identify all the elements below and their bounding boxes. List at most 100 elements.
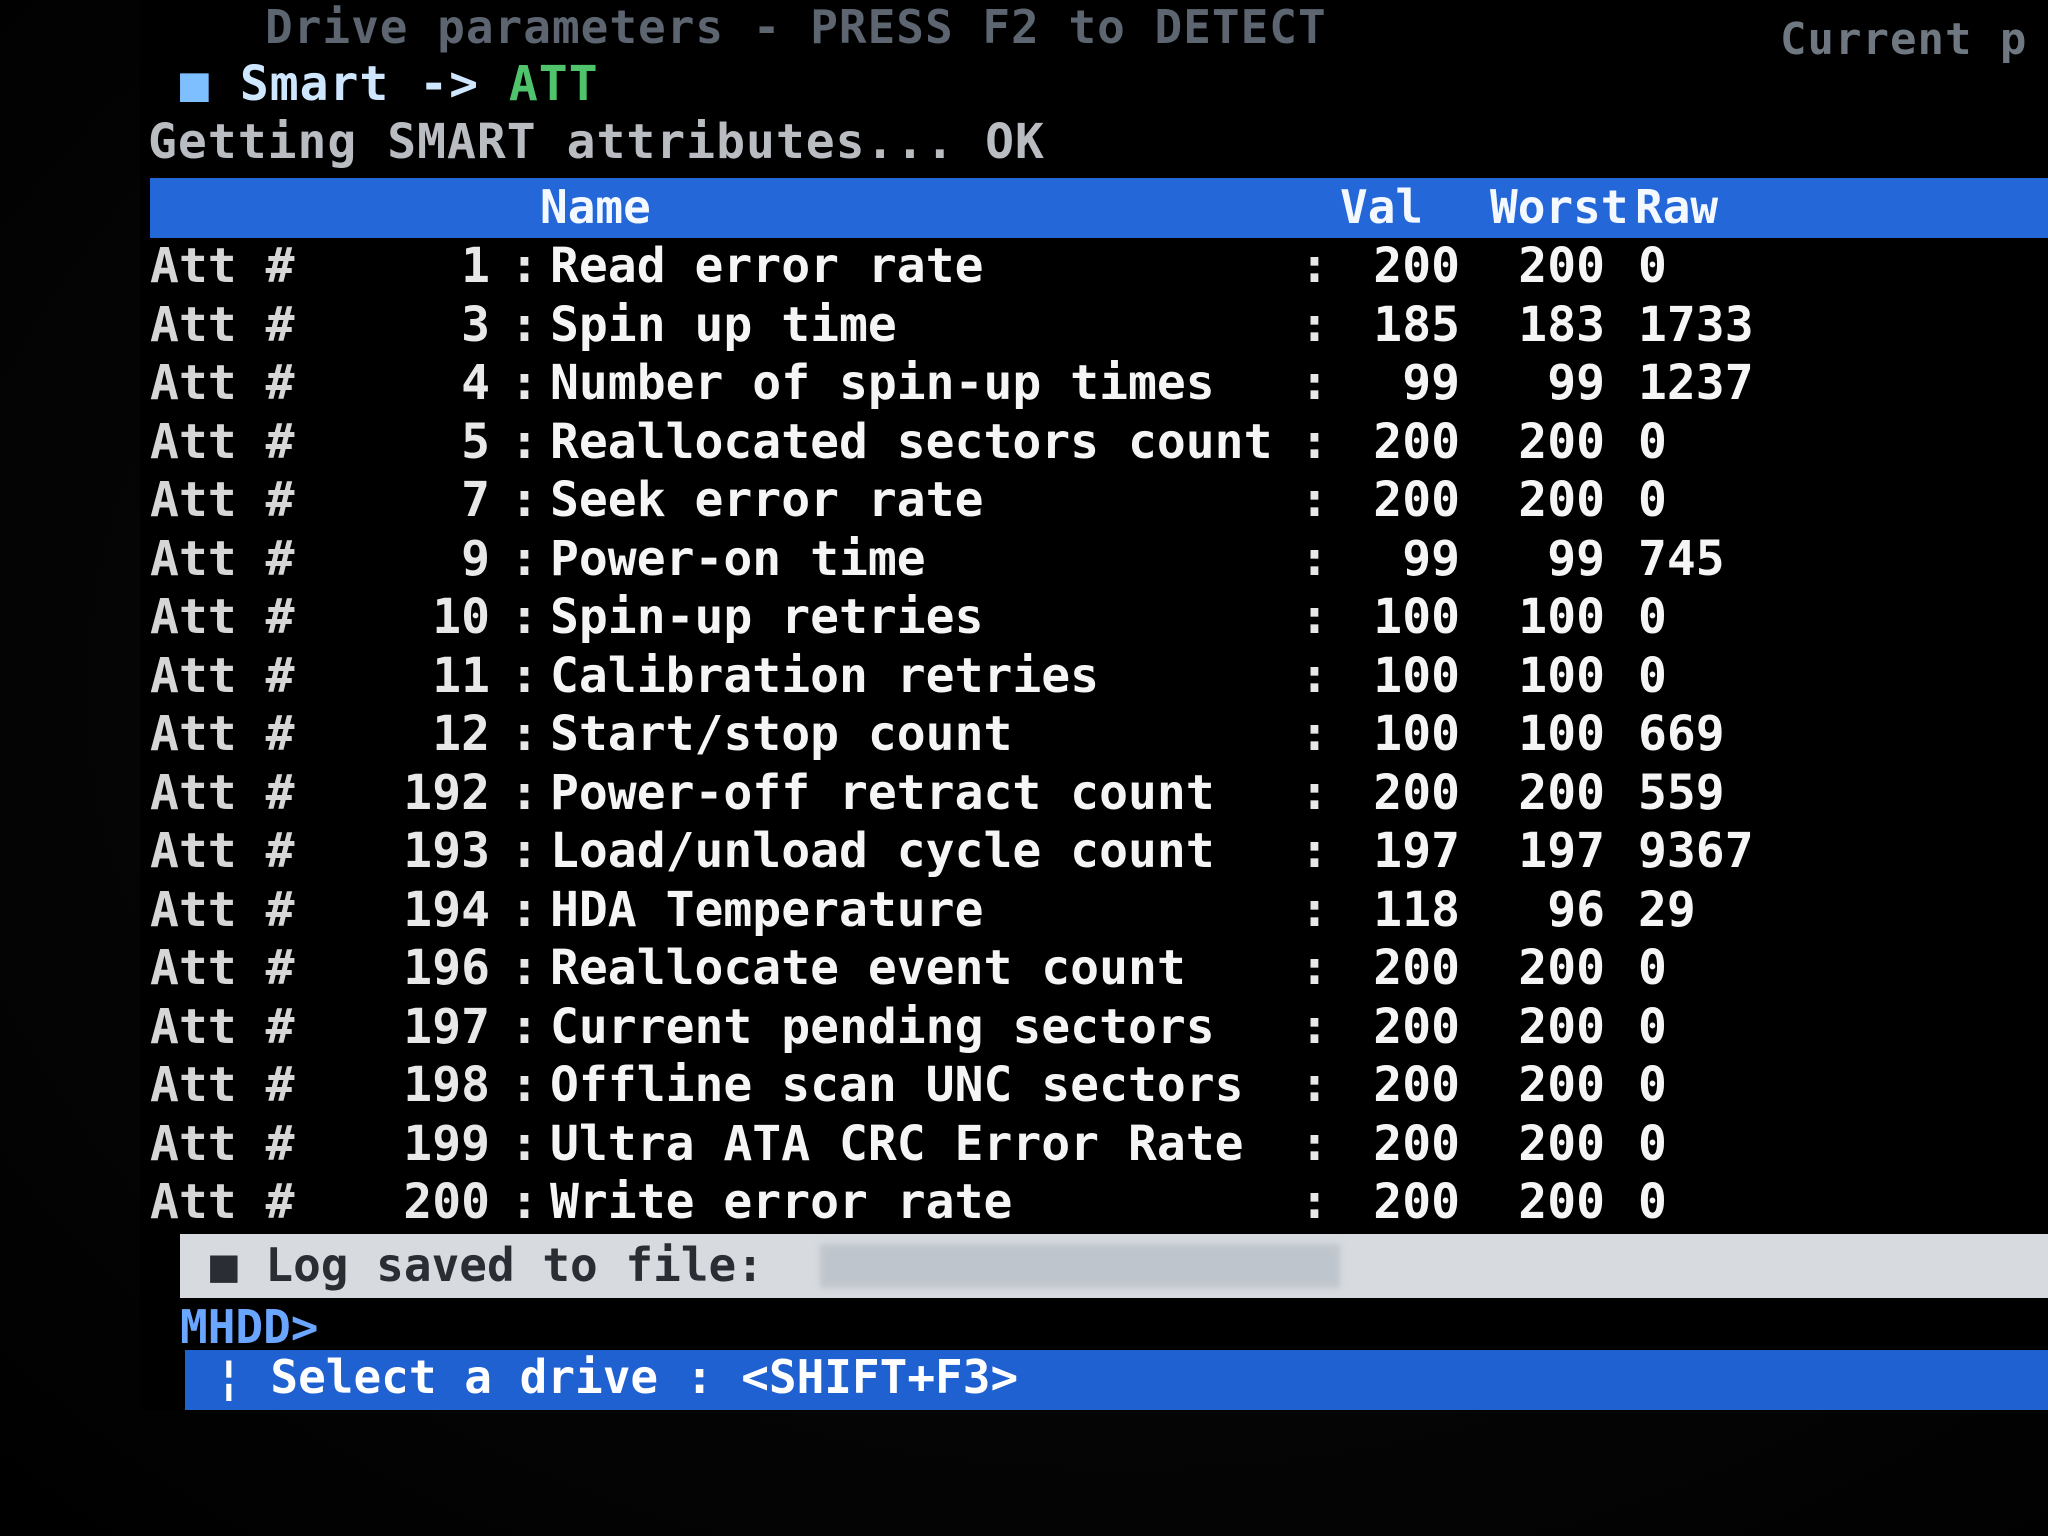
att-worst: 200 (1518, 413, 1605, 470)
att-worst: 183 (1518, 296, 1605, 353)
column-header-name: Name (540, 180, 651, 234)
column-header-raw: Raw (1635, 180, 1719, 234)
att-val: 200 (1373, 1057, 1460, 1113)
att-label: Att # (150, 823, 295, 879)
att-worst: 96 (1547, 881, 1605, 938)
att-name: Read error rate (550, 238, 984, 294)
terminal-screen: Drive parameters - PRESS F2 to DETECT Cu… (140, 0, 2048, 1410)
att-raw: 669 (1638, 706, 1725, 762)
table-row: Att #11: Calibration retries:100 100 0 (150, 648, 2030, 707)
att-worst: 200 (1518, 1057, 1605, 1113)
att-val: 197 (1373, 823, 1460, 879)
current-parameters-fragment: Current p (1780, 14, 2028, 65)
separator-colon: : (1300, 823, 1329, 879)
table-row: Att #3: Spin up time:185 183 1733 (150, 297, 2030, 356)
separator-colon: : (1300, 413, 1329, 470)
att-id: 3 (461, 296, 490, 353)
separator-colon: : (510, 823, 539, 879)
separator-colon: : (1300, 881, 1329, 938)
separator-colon: : (510, 706, 539, 762)
att-worst: 200 (1518, 472, 1605, 528)
att-val: 200 (1373, 998, 1460, 1055)
separator-colon: : (1300, 1115, 1329, 1172)
att-label: Att # (150, 1115, 295, 1172)
table-row: Att #199: Ultra ATA CRC Error Rate:200 200… (150, 1116, 2030, 1175)
att-id: 196 (403, 940, 490, 996)
status-message: Getting SMART attributes... OK (148, 114, 1045, 170)
att-raw: 0 (1638, 1174, 1667, 1230)
att-val: 200 (1373, 472, 1460, 528)
att-label: Att # (150, 647, 295, 704)
separator-colon: : (510, 1174, 539, 1230)
log-status-text: ■ Log saved to file: (210, 1238, 764, 1292)
att-label: Att # (150, 764, 295, 821)
att-worst: 99 (1547, 530, 1605, 587)
att-id: 193 (403, 823, 490, 879)
separator-colon: : (1300, 1057, 1329, 1113)
table-row: Att #193: Load/unload cycle count:197 197 9… (150, 823, 2030, 882)
att-name: Calibration retries (550, 647, 1100, 704)
att-name: Current pending sectors (550, 998, 1215, 1055)
att-name: Spin up time (550, 296, 897, 353)
table-row: Att #197: Current pending sectors:200 200 0 (150, 999, 2030, 1058)
table-row: Att #196: Reallocate event count:200 200 0 (150, 940, 2030, 999)
att-name: Offline scan UNC sectors (550, 1057, 1244, 1113)
separator-colon: : (510, 238, 539, 294)
att-menu-label[interactable]: ATT (509, 56, 599, 112)
att-label: Att # (150, 296, 295, 353)
att-worst: 200 (1518, 764, 1605, 821)
separator-colon: : (510, 530, 539, 587)
att-worst: 100 (1518, 589, 1605, 645)
att-id: 10 (432, 589, 490, 645)
table-row: Att #7: Seek error rate:200 200 0 (150, 472, 2030, 531)
att-name: Reallocate event count (550, 940, 1186, 996)
att-raw: 0 (1638, 1057, 1667, 1113)
table-row: Att #192: Power-off retract count:200 200 5… (150, 765, 2030, 824)
att-label: Att # (150, 530, 295, 587)
att-label: Att # (150, 881, 295, 938)
separator-colon: : (1300, 355, 1329, 411)
att-id: 9 (461, 530, 490, 587)
smart-menu-line: ■ Smart -> ATT (180, 56, 599, 112)
att-val: 100 (1373, 706, 1460, 762)
att-label: Att # (150, 706, 295, 762)
command-prompt[interactable]: MHDD> (180, 1300, 318, 1354)
att-val: 185 (1373, 296, 1460, 353)
att-name: Seek error rate (550, 472, 984, 528)
separator-colon: : (510, 881, 539, 938)
table-row: Att #198: Offline scan UNC sectors:200 200… (150, 1057, 2030, 1116)
separator-colon: : (510, 413, 539, 470)
separator-colon: : (1300, 1174, 1329, 1230)
separator-colon: : (510, 998, 539, 1055)
smart-attributes-table: Att #1: Read error rate:200 200 0 Att #3: Spi… (150, 238, 2030, 1233)
att-id: 5 (461, 413, 490, 470)
separator-colon: : (1300, 998, 1329, 1055)
att-raw: 0 (1638, 413, 1667, 470)
table-header-bar (150, 178, 2048, 238)
separator-colon: : (510, 296, 539, 353)
att-id: 200 (403, 1174, 490, 1230)
att-id: 12 (432, 706, 490, 762)
att-val: 99 (1402, 355, 1460, 411)
separator-colon: : (510, 1057, 539, 1113)
att-worst: 200 (1518, 238, 1605, 294)
table-row: Att #200: Write error rate:200 200 0 (150, 1174, 2030, 1233)
table-row: Att #10: Spin-up retries:100 100 0 (150, 589, 2030, 648)
smart-menu-label[interactable]: Smart -> (240, 56, 479, 112)
att-raw: 559 (1638, 764, 1725, 821)
separator-colon: : (1300, 472, 1329, 528)
att-name: Write error rate (550, 1174, 1013, 1230)
att-val: 118 (1373, 881, 1460, 938)
separator-colon: : (1300, 764, 1329, 821)
separator-colon: : (510, 647, 539, 704)
log-file-path-blurred (820, 1244, 1340, 1288)
att-id: 194 (403, 881, 490, 938)
att-raw: 0 (1638, 472, 1667, 528)
separator-colon: : (1300, 296, 1329, 353)
att-name: Number of spin-up times (550, 355, 1215, 411)
table-row: Att #1: Read error rate:200 200 0 (150, 238, 2030, 297)
att-raw: 0 (1638, 1115, 1667, 1172)
att-worst: 200 (1518, 940, 1605, 996)
att-label: Att # (150, 940, 295, 996)
att-worst: 200 (1518, 1174, 1605, 1230)
